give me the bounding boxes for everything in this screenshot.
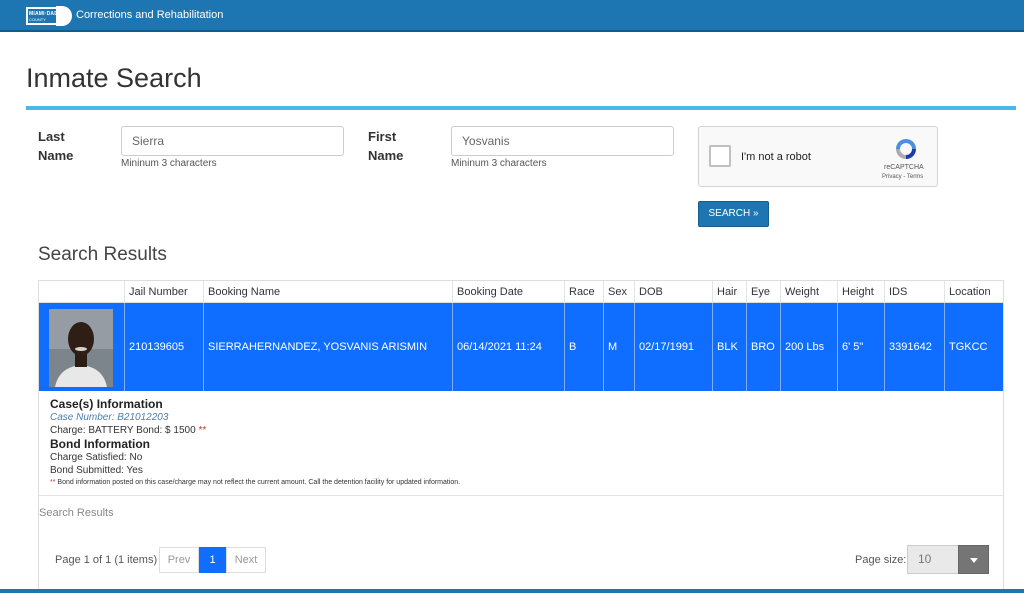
case-number-link[interactable]: Case Number: B21012203	[50, 411, 990, 424]
note-text: Bond information posted on this case/cha…	[57, 479, 461, 486]
person-photo-icon	[49, 309, 113, 387]
cell-race: B	[564, 303, 603, 391]
column-header-dob[interactable]: DOB	[634, 281, 712, 303]
cell-eye: BRO	[746, 303, 780, 391]
results-heading: Search Results	[38, 244, 167, 265]
cell-booking-name: SIERRAHERNANDEZ, YOSVANIS ARISMIN	[203, 303, 452, 391]
note-marker: **	[50, 479, 56, 486]
cell-hair: BLK	[712, 303, 746, 391]
column-header-height[interactable]: Height	[837, 281, 884, 303]
detail-panel: Case(s) Information Case Number: B210122…	[50, 397, 990, 489]
cell-booking-date: 06/14/2021 11:24	[452, 303, 564, 391]
recaptcha-label: I'm not a robot	[741, 151, 811, 163]
pager-next-button[interactable]: Next	[226, 547, 266, 573]
title-divider	[26, 106, 1016, 110]
column-header-hair[interactable]: Hair	[712, 281, 746, 303]
miami-dade-logo-icon[interactable]: MIAMI·DADE COUNTY	[26, 5, 72, 27]
column-header-location[interactable]: Location	[944, 281, 1003, 303]
last-name-hint: Mininum 3 characters	[121, 158, 217, 169]
cases-heading: Case(s) Information	[50, 397, 163, 411]
chevron-down-icon[interactable]	[958, 545, 989, 574]
column-header-race[interactable]: Race	[564, 281, 603, 303]
cell-weight: 200 Lbs	[780, 303, 837, 391]
page-size-value[interactable]: 10	[907, 545, 959, 574]
last-name-label: Last Name	[38, 129, 74, 163]
first-name-input[interactable]	[451, 126, 674, 156]
recaptcha-logo-icon	[896, 139, 916, 159]
charge-text: Charge: BATTERY Bond: $ 1500	[50, 425, 196, 436]
bond-heading: Bond Information	[50, 437, 150, 451]
column-header-eye[interactable]: Eye	[746, 281, 780, 303]
cell-location: TGKCC	[944, 303, 1003, 391]
cell-ids: 3391642	[884, 303, 944, 391]
last-name-input[interactable]	[121, 126, 344, 156]
cell-dob: 02/17/1991	[634, 303, 712, 391]
charge-line: Charge: BATTERY Bond: $ 1500 **	[50, 424, 990, 437]
pager-prev-button[interactable]: Prev	[159, 547, 199, 573]
column-header-sex[interactable]: Sex	[603, 281, 634, 303]
logo-line2: COUNTY	[29, 17, 46, 22]
bond-submitted: Bond Submitted: Yes	[50, 465, 143, 476]
cell-height: 6' 5"	[837, 303, 884, 391]
page-size-select[interactable]: 10	[907, 545, 989, 574]
charge-satisfied: Charge Satisfied: No	[50, 452, 143, 463]
pager-page-1-button[interactable]: 1	[199, 547, 226, 573]
recaptcha-checkbox[interactable]	[709, 145, 731, 167]
detail-divider	[39, 495, 1003, 496]
recaptcha-brand: reCAPTCHA	[884, 164, 924, 171]
recaptcha-widget: I'm not a robot reCAPTCHA Privacy - Term…	[698, 126, 938, 187]
cell-sex: M	[603, 303, 634, 391]
column-header-weight[interactable]: Weight	[780, 281, 837, 303]
grid-header: Jail Number Booking Name Booking Date Ra…	[39, 281, 1003, 303]
app-title[interactable]: Corrections and Rehabilitation	[76, 9, 223, 21]
bottom-bar	[0, 589, 1024, 593]
pager-summary: Page 1 of 1 (1 items)	[55, 554, 158, 566]
column-header-jail-number[interactable]: Jail Number	[124, 281, 203, 303]
column-header-booking-name[interactable]: Booking Name	[203, 281, 452, 303]
bond-marker: **	[198, 425, 207, 436]
table-row[interactable]: 210139605 SIERRAHERNANDEZ, YOSVANIS ARIS…	[39, 303, 1003, 391]
grid-footer-label: Search Results	[39, 507, 114, 519]
cell-jail-number: 210139605	[124, 303, 203, 391]
first-name-hint: Mininum 3 characters	[451, 158, 547, 169]
recaptcha-links[interactable]: Privacy - Terms	[882, 174, 923, 180]
bond-note: ** Bond information posted on this case/…	[50, 477, 990, 489]
first-name-label: First Name	[368, 129, 404, 163]
page-size-label: Page size:	[855, 554, 907, 566]
search-button[interactable]: SEARCH »	[698, 201, 769, 227]
column-header-booking-date[interactable]: Booking Date	[452, 281, 564, 303]
column-header-ids[interactable]: IDS	[884, 281, 944, 303]
inmate-photo	[49, 309, 113, 387]
results-grid: Jail Number Booking Name Booking Date Ra…	[38, 280, 1004, 590]
page-title: Inmate Search	[26, 63, 202, 93]
column-header-photo	[39, 281, 124, 303]
top-bar: MIAMI·DADE COUNTY Corrections and Rehabi…	[0, 0, 1024, 32]
